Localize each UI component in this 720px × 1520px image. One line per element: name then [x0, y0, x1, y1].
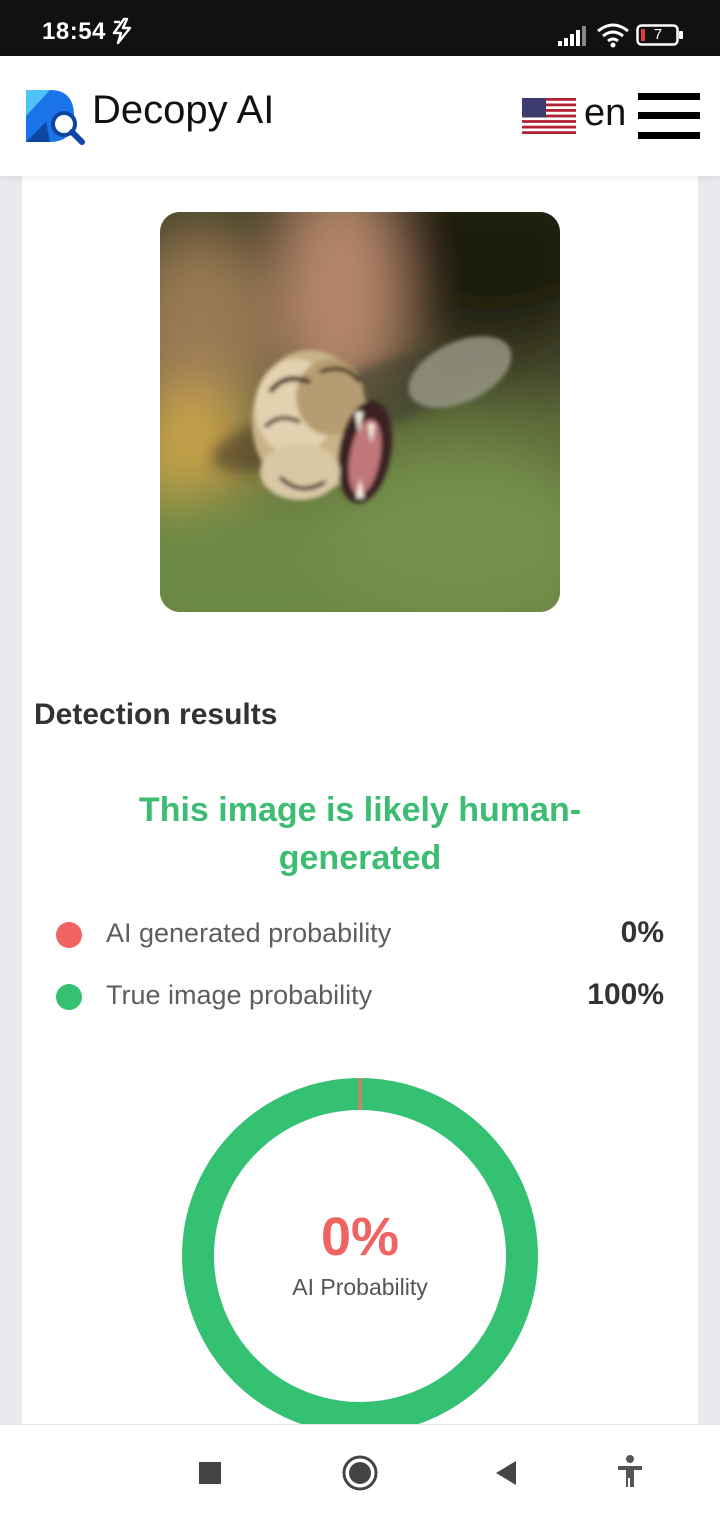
- donut-center-value: 0%: [320, 1207, 400, 1267]
- accessibility-icon[interactable]: [606, 1449, 654, 1497]
- wifi-icon: [597, 23, 629, 48]
- verdict-text: This image is likely human-generated: [138, 791, 582, 877]
- true-probability-label: True image probability: [106, 980, 373, 1010]
- status-time: 18:54: [42, 18, 106, 45]
- hamburger-menu-icon[interactable]: [638, 93, 700, 139]
- battery-level: 7: [653, 26, 663, 43]
- back-icon[interactable]: [482, 1449, 530, 1497]
- donut-center-label: AI Probability: [292, 1274, 428, 1300]
- ai-probability-value: 0%: [620, 916, 664, 949]
- ai-probability-label: AI generated probability: [106, 918, 392, 948]
- true-legend-dot: [56, 984, 82, 1010]
- site-header: Decopy AI en: [0, 56, 720, 176]
- system-navigation-bar: [0, 1424, 720, 1520]
- recent-apps-icon[interactable]: [186, 1449, 234, 1497]
- ai-probability-row: AI generated probability 0%: [56, 914, 664, 954]
- true-probability-row: True image probability 100%: [56, 976, 664, 1016]
- signal-icon: [558, 26, 586, 46]
- us-flag-icon[interactable]: [522, 98, 576, 134]
- section-title: Detection results: [34, 698, 278, 731]
- language-selector[interactable]: en: [584, 92, 626, 135]
- home-icon[interactable]: [336, 1449, 384, 1497]
- uploaded-image: [160, 212, 560, 612]
- decopy-logo-icon[interactable]: [24, 86, 86, 146]
- ai-legend-dot: [56, 922, 82, 948]
- true-probability-value: 100%: [587, 978, 664, 1011]
- result-card: Detection results This image is likely h…: [22, 176, 698, 1434]
- charging-bolt-icon: [112, 17, 132, 45]
- brand-name[interactable]: Decopy AI: [92, 88, 274, 133]
- status-bar: 18:54 7: [0, 0, 720, 56]
